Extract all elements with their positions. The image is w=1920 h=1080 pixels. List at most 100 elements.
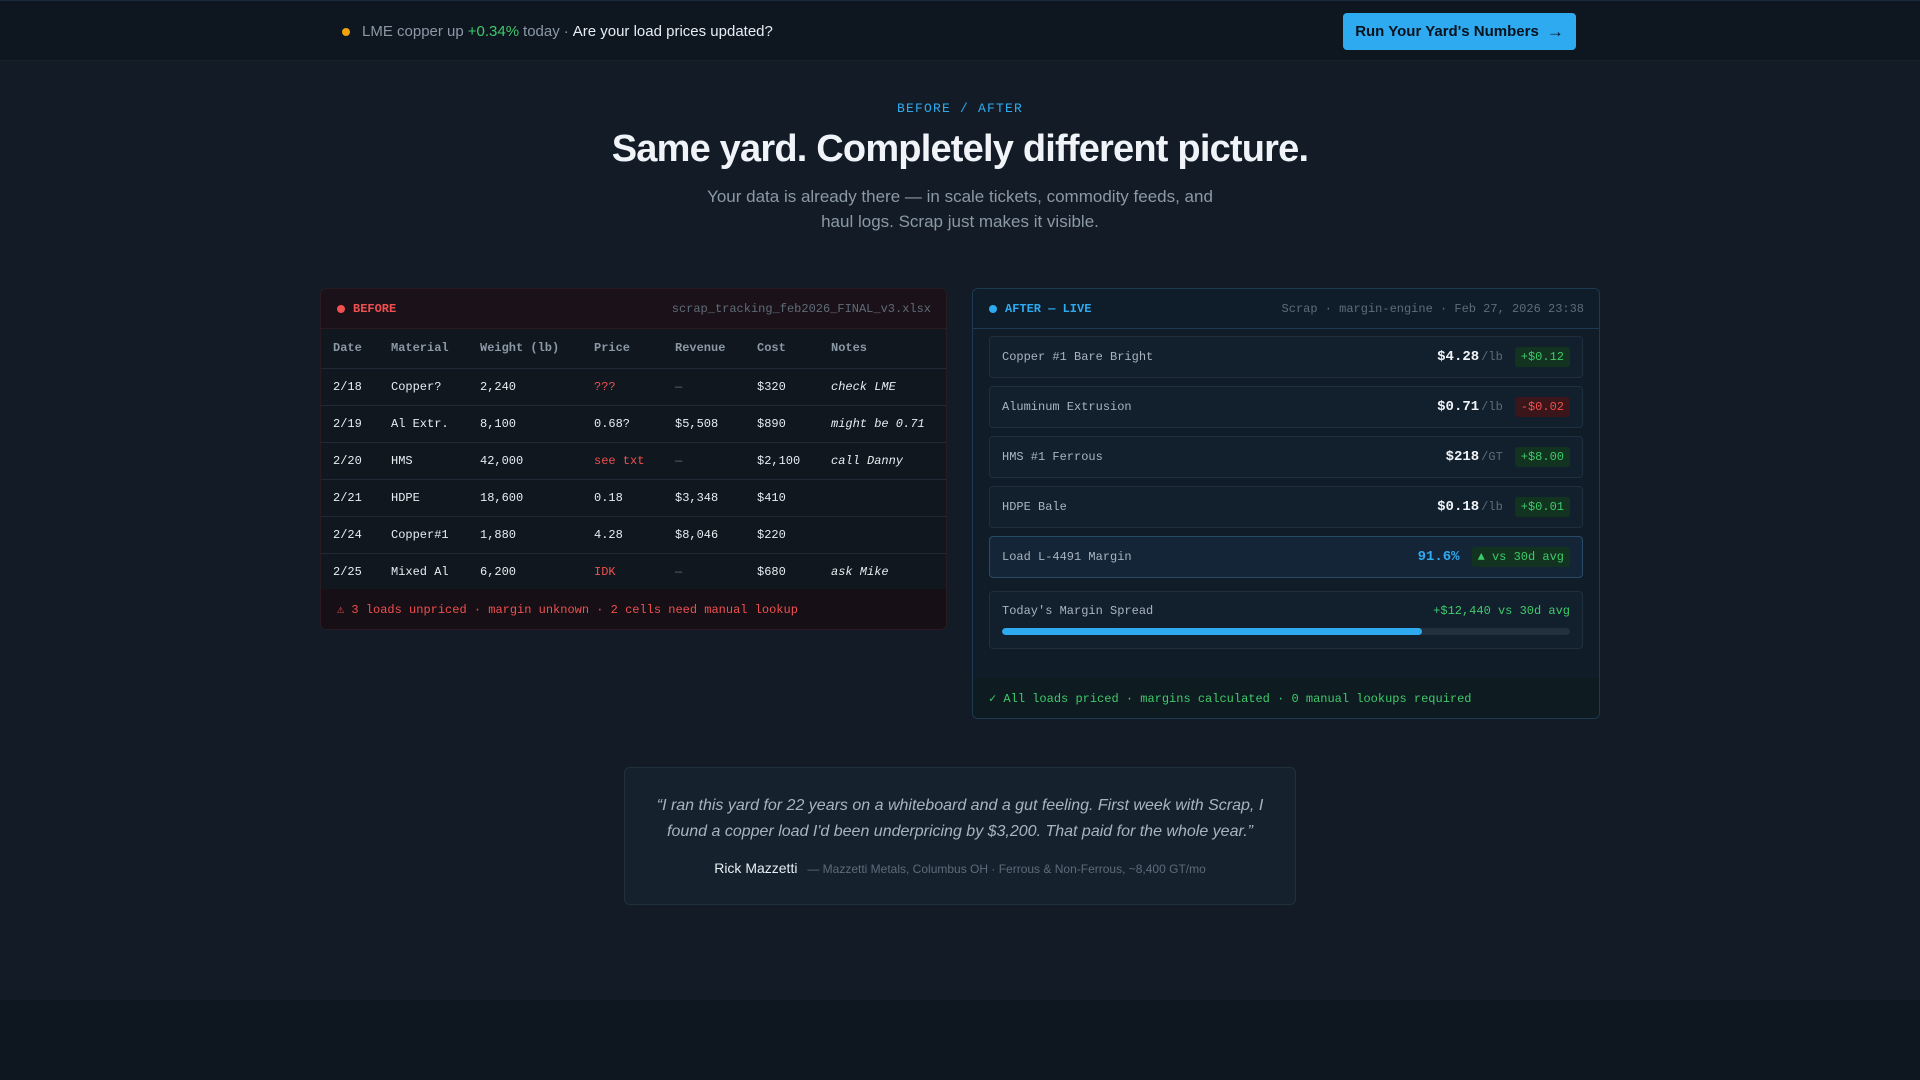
material-price-list: Copper #1 Bare Bright $4.28 /lb +$0.12 A…	[973, 329, 1599, 649]
testimonial-attribution: Rick Mazzetti — Mazzetti Metals, Columbu…	[625, 860, 1295, 876]
ticker-separator: ·	[563, 23, 569, 40]
price-delta-badge: +$8.00	[1514, 447, 1570, 467]
load-margin-value: 91.6%	[1417, 549, 1460, 565]
table-cell: Copper?	[379, 368, 468, 406]
table-row: 2/24 Copper#1 1,880 4.28 $8,046 $220	[321, 516, 946, 554]
table-row: 2/25 Mixed Al 6,200 IDK — $680 ask Mike	[321, 553, 946, 591]
margin-spread-value: +$12,440 vs 30d avg	[1433, 604, 1570, 618]
engine-meta: Scrap · margin-engine · Feb 27, 2026 23:…	[1281, 301, 1584, 316]
margin-spread-card: Today's Margin Spread +$12,440 vs 30d av…	[989, 591, 1583, 649]
table-cell: call Danny	[819, 442, 946, 480]
table-cell: $320	[745, 368, 819, 406]
table-cell: 0.68?	[582, 405, 663, 443]
material-name: Aluminum Extrusion	[1002, 400, 1132, 414]
table-cell: $2,100	[745, 442, 819, 480]
live-dot-icon	[989, 304, 997, 313]
announcement-bar: LME copper up +0.34% today · Are your lo…	[0, 0, 1920, 61]
table-cell: $220	[745, 516, 819, 554]
margin-spread-label: Today's Margin Spread	[1002, 604, 1154, 618]
table-cell: ask Mike	[819, 553, 946, 591]
table-cell: 2/21	[321, 479, 379, 517]
after-tag: AFTER — LIVE	[989, 302, 1091, 316]
page-footer-band	[0, 1000, 1920, 1080]
table-cell: 42,000	[468, 442, 582, 480]
table-cell: 18,600	[468, 479, 582, 517]
before-tag: BEFORE	[337, 302, 396, 316]
testimonial-card: “I ran this yard for 22 years on a white…	[624, 767, 1296, 905]
margin-trend-badge: ▲ vs 30d avg	[1471, 547, 1570, 567]
section-kicker: BEFORE / AFTER	[896, 101, 1024, 116]
table-cell: ???	[582, 368, 663, 406]
load-margin-row: Load L-4491 Margin 91.6% ▲ vs 30d avg	[989, 536, 1583, 578]
column-header: Price	[582, 329, 663, 369]
table-cell: check LME	[819, 368, 946, 406]
testimonial-author: Rick Mazzetti	[714, 860, 798, 876]
table-cell: 2/18	[321, 368, 379, 406]
price-unit: /GT	[1481, 450, 1503, 464]
table-cell: —	[663, 553, 745, 591]
before-panel: BEFORE scrap_tracking_feb2026_FINAL_v3.x…	[320, 288, 947, 630]
material-price-row: Copper #1 Bare Bright $4.28 /lb +$0.12	[989, 336, 1583, 378]
material-price-row: HMS #1 Ferrous $218 /GT +$8.00	[989, 436, 1583, 478]
testimonial-quote: “I ran this yard for 22 years on a white…	[656, 797, 1264, 840]
before-panel-header: BEFORE scrap_tracking_feb2026_FINAL_v3.x…	[321, 289, 946, 329]
run-numbers-button[interactable]: Run Your Yard's Numbers →	[1343, 13, 1576, 50]
material-price: $0.18	[1437, 499, 1480, 515]
after-tag-label: AFTER — LIVE	[1005, 301, 1092, 316]
price-delta-badge: -$0.02	[1514, 397, 1570, 417]
material-name: HDPE Bale	[1002, 500, 1067, 514]
before-tag-label: BEFORE	[353, 301, 397, 316]
after-panel-header: AFTER — LIVE Scrap · margin-engine · Feb…	[973, 289, 1599, 329]
price-unit: /lb	[1481, 400, 1503, 414]
table-cell: 6,200	[468, 553, 582, 591]
material-name: Copper #1 Bare Bright	[1002, 350, 1154, 364]
table-cell: —	[663, 442, 745, 480]
price-delta-badge: +$0.01	[1514, 497, 1570, 517]
table-cell: 2/19	[321, 405, 379, 443]
spreadsheet-table: Date Material Weight (lb) Price Revenue …	[321, 329, 946, 591]
ticker-suffix: today	[523, 23, 560, 40]
ticker-prefix: LME copper up	[362, 23, 464, 40]
column-header: Notes	[819, 329, 946, 369]
table-row: 2/18 Copper? 2,240 ??? — $320 check LME	[321, 368, 946, 406]
load-margin-label: Load L-4491 Margin	[1002, 550, 1132, 564]
table-cell: 2/20	[321, 442, 379, 480]
table-cell: $3,348	[663, 479, 745, 517]
arrow-right-icon: →	[1546, 21, 1564, 41]
price-delta-badge: +$0.12	[1514, 347, 1570, 367]
table-cell: IDK	[582, 553, 663, 591]
table-row: 2/19 Al Extr. 8,100 0.68? $5,508 $890 mi…	[321, 405, 946, 443]
table-cell: $680	[745, 553, 819, 591]
table-cell: see txt	[582, 442, 663, 480]
table-cell: 4.28	[582, 516, 663, 554]
table-cell: Mixed Al	[379, 553, 468, 591]
material-name: HMS #1 Ferrous	[1002, 450, 1103, 464]
ticker-question: Are your load prices updated?	[572, 23, 773, 40]
after-status-footer: ✓ All loads priced · margins calculated …	[973, 678, 1599, 718]
table-cell: 8,100	[468, 405, 582, 443]
table-cell	[819, 479, 946, 517]
margin-spread-progress	[1002, 628, 1570, 635]
price-unit: /lb	[1481, 350, 1503, 364]
table-cell: $5,508	[663, 405, 745, 443]
table-cell: 0.18	[582, 479, 663, 517]
ticker-change: +0.34%	[467, 23, 520, 40]
spreadsheet-filename: scrap_tracking_feb2026_FINAL_v3.xlsx	[671, 301, 931, 316]
run-numbers-label: Run Your Yard's Numbers	[1355, 23, 1539, 40]
table-cell: 1,880	[468, 516, 582, 554]
market-ticker: LME copper up +0.34% today · Are your lo…	[342, 23, 773, 40]
red-dot-icon	[337, 304, 345, 313]
column-header: Date	[321, 329, 379, 369]
margin-spread-progress-fill	[1002, 628, 1423, 635]
material-price: $218	[1445, 449, 1480, 465]
column-header: Weight (lb)	[468, 329, 582, 369]
page-subtitle: Your data is already there — in scale ti…	[707, 187, 1213, 231]
material-price: $0.71	[1437, 399, 1480, 415]
table-cell: —	[663, 368, 745, 406]
column-header: Revenue	[663, 329, 745, 369]
table-cell: might be 0.71	[819, 405, 946, 443]
testimonial-company: — Mazzetti Metals, Columbus OH · Ferrous…	[807, 862, 1206, 876]
table-cell: Copper#1	[379, 516, 468, 554]
table-cell: $8,046	[663, 516, 745, 554]
table-header-row: Date Material Weight (lb) Price Revenue …	[321, 329, 946, 369]
